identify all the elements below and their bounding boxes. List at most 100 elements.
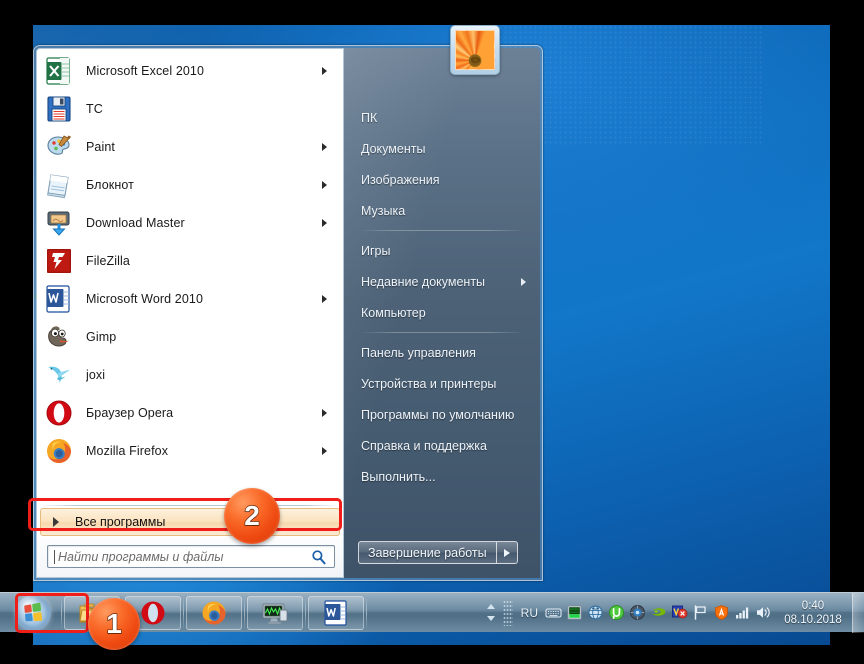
search-container: Найти программы и файлы [37,538,343,577]
chevron-down-icon[interactable] [486,616,495,621]
signal-bars-icon[interactable] [734,604,751,621]
list-item-paint[interactable]: Paint [37,128,343,166]
dark-globe-icon[interactable] [629,604,646,621]
user-avatar[interactable] [450,25,500,75]
right-item-label: Справка и поддержка [361,438,487,453]
search-icon[interactable] [311,549,327,565]
taskbar-scroll-arrows[interactable] [483,597,499,629]
right-item-pc[interactable]: ПК [344,102,540,133]
taskbar-item-word[interactable] [308,595,364,630]
paint-icon [44,132,74,162]
green-screen-icon[interactable] [566,604,583,621]
right-item-music[interactable]: Музыка [344,195,540,226]
blue-globe-icon[interactable] [587,604,604,621]
start-button[interactable] [6,594,60,632]
right-panel-divider [362,332,522,333]
right-item-label: Компьютер [361,305,426,320]
chevron-right-icon [322,180,332,190]
list-item-label: Microsoft Excel 2010 [86,64,205,78]
list-item-label: Gimp [86,330,117,344]
list-item-opera[interactable]: Браузер Opera [37,394,343,432]
list-item-filezilla[interactable]: FileZilla [37,242,343,280]
download-master-icon [44,208,74,238]
chevron-right-icon [322,256,332,266]
list-item-label: Paint [86,140,115,154]
chevron-up-icon[interactable] [486,604,495,609]
word-icon [321,598,351,628]
utorrent-icon[interactable] [608,604,625,621]
list-item-label: Mozilla Firefox [86,444,169,458]
right-item-default-programs[interactable]: Программы по умолчанию [344,399,540,430]
list-item-firefox[interactable]: Mozilla Firefox [37,432,343,470]
excel-icon [44,56,74,86]
show-desktop-button[interactable] [852,592,864,633]
right-item-devices-printers[interactable]: Устройства и принтеры [344,368,540,399]
clock[interactable]: 0:40 08.10.2018 [776,599,850,627]
taskbar-divider [366,597,367,628]
shutdown-options-button[interactable] [495,541,518,564]
shutdown-button[interactable]: Завершение работы [358,541,496,564]
right-item-label: Устройства и принтеры [361,376,497,391]
chevron-right-icon [322,446,332,456]
search-input[interactable]: Найти программы и файлы [47,545,335,568]
monitor-icon [260,598,290,628]
chevron-right-icon [322,66,332,76]
list-item-label: Download Master [86,216,185,230]
right-item-recent-documents[interactable]: Недавние документы [344,266,540,297]
list-item-excel[interactable]: Microsoft Excel 2010 [37,52,343,90]
text-caret [54,550,55,564]
taskbar-item-firefox[interactable] [186,595,242,630]
right-item-computer[interactable]: Компьютер [344,297,540,328]
right-item-label: Панель управления [361,345,476,360]
badge-number: 1 [106,608,123,639]
right-item-pictures[interactable]: Изображения [344,164,540,195]
right-item-label: Недавние документы [361,274,486,289]
chevron-right-icon [322,408,332,418]
taskbar-item-system-monitor[interactable] [247,595,303,630]
start-menu-left-panel: Microsoft Excel 2010 TC Paint Блокнот Do… [36,48,344,578]
joxi-icon [44,360,74,390]
system-tray: RU [518,593,774,633]
right-item-label: Программы по умолчанию [361,407,515,422]
list-item-notepad[interactable]: Блокнот [37,166,343,204]
right-item-label: Музыка [361,203,406,218]
search-placeholder: Найти программы и файлы [58,549,224,564]
right-item-help-support[interactable]: Справка и поддержка [344,430,540,461]
right-item-documents[interactable]: Документы [344,133,540,164]
shutdown-label: Завершение работы [368,545,487,560]
list-item-word[interactable]: Microsoft Word 2010 [37,280,343,318]
program-list: Microsoft Excel 2010 TC Paint Блокнот Do… [37,49,343,504]
list-item-gimp[interactable]: Gimp [37,318,343,356]
windows-logo-icon [15,594,51,631]
avatar-flower-image [455,30,495,70]
right-item-run[interactable]: Выполнить... [344,461,540,492]
volume-icon[interactable] [755,604,772,621]
list-item-label: TC [86,102,103,116]
list-item-joxi[interactable]: joxi [37,356,343,394]
list-item-tc[interactable]: TC [37,90,343,128]
gimp-icon [44,322,74,352]
right-item-label: Изображения [361,172,440,187]
chevron-right-icon [322,370,332,380]
app-icon[interactable] [671,604,688,621]
right-item-games[interactable]: Игры [344,235,540,266]
language-indicator[interactable]: RU [518,606,541,620]
chevron-right-icon [53,517,59,527]
nvidia-icon[interactable] [650,604,667,621]
right-panel-spacer [344,492,540,541]
all-programs-button[interactable]: Все программы [40,508,340,536]
total-commander-icon [44,94,74,124]
avast-icon[interactable] [713,604,730,621]
tray-resize-grip[interactable] [502,599,513,626]
right-item-control-panel[interactable]: Панель управления [344,337,540,368]
firefox-icon [44,436,74,466]
annotation-badge-1: 1 [88,598,140,650]
list-item-download-master[interactable]: Download Master [37,204,343,242]
flag-icon[interactable] [692,604,709,621]
word-icon [44,284,74,314]
keyboard-icon[interactable] [545,604,562,621]
right-item-label: ПК [361,110,378,125]
chevron-right-icon [322,294,332,304]
firefox-icon [199,598,229,628]
screen: Microsoft Excel 2010 TC Paint Блокнот Do… [0,0,864,664]
